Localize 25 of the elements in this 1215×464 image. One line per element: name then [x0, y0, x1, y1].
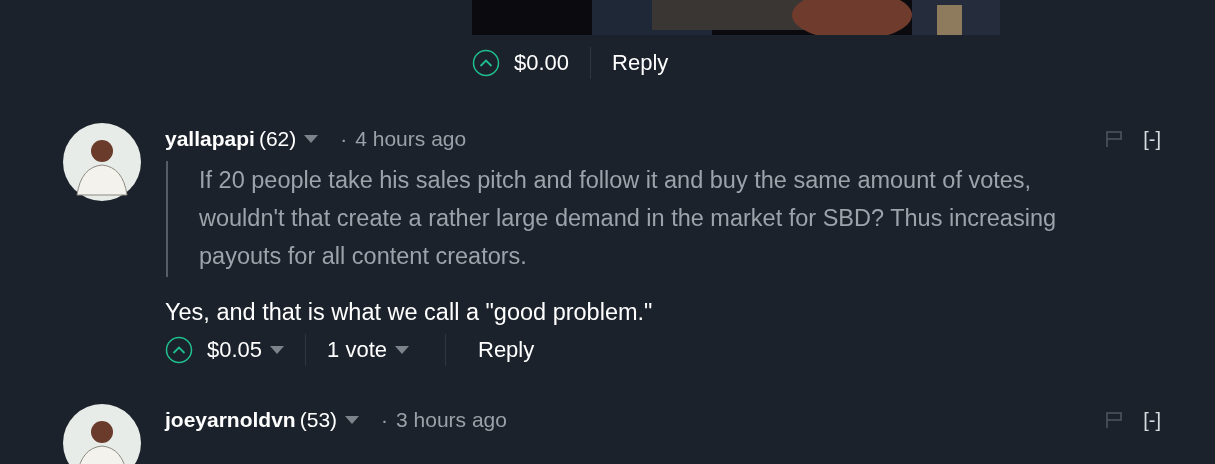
- reputation-score: (53): [299, 408, 338, 432]
- author-name[interactable]: yallapapi: [165, 127, 255, 151]
- author-name[interactable]: joeyarnoldvn: [165, 408, 296, 432]
- caret-icon[interactable]: [304, 135, 319, 143]
- payout-amount: $0.00: [514, 50, 570, 76]
- avatar[interactable]: [63, 404, 141, 464]
- caret-icon[interactable]: [270, 346, 285, 354]
- collapse-toggle[interactable]: [-]: [1143, 127, 1161, 151]
- upvote-icon[interactable]: [165, 336, 193, 364]
- quoted-text: If 20 people take his sales pitch and follow it and buy the same amount of votes, wouldn't that create a rather large demand in the market for SBD? Thus increasing payouts for all content creators.: [166, 161, 1109, 277]
- collapse-toggle[interactable]: [-]: [1143, 408, 1161, 432]
- separator-dot: ·: [340, 127, 348, 151]
- comment-text: Yes, and that is what we call a "good problem.": [165, 299, 654, 326]
- reputation-score: (62): [258, 127, 297, 151]
- reply-link[interactable]: Reply: [478, 337, 535, 363]
- caret-icon[interactable]: [395, 346, 409, 354]
- separator-dot: ·: [381, 408, 389, 432]
- payout-amount: $0.05: [207, 337, 263, 363]
- upvote-icon[interactable]: [472, 49, 500, 77]
- caret-icon[interactable]: [345, 416, 360, 424]
- avatar[interactable]: [63, 123, 141, 201]
- timestamp: 3 hours ago: [396, 408, 507, 432]
- vote-count[interactable]: 1 vote: [327, 337, 387, 363]
- reply-link[interactable]: Reply: [612, 50, 669, 76]
- timestamp: 4 hours ago: [355, 127, 467, 151]
